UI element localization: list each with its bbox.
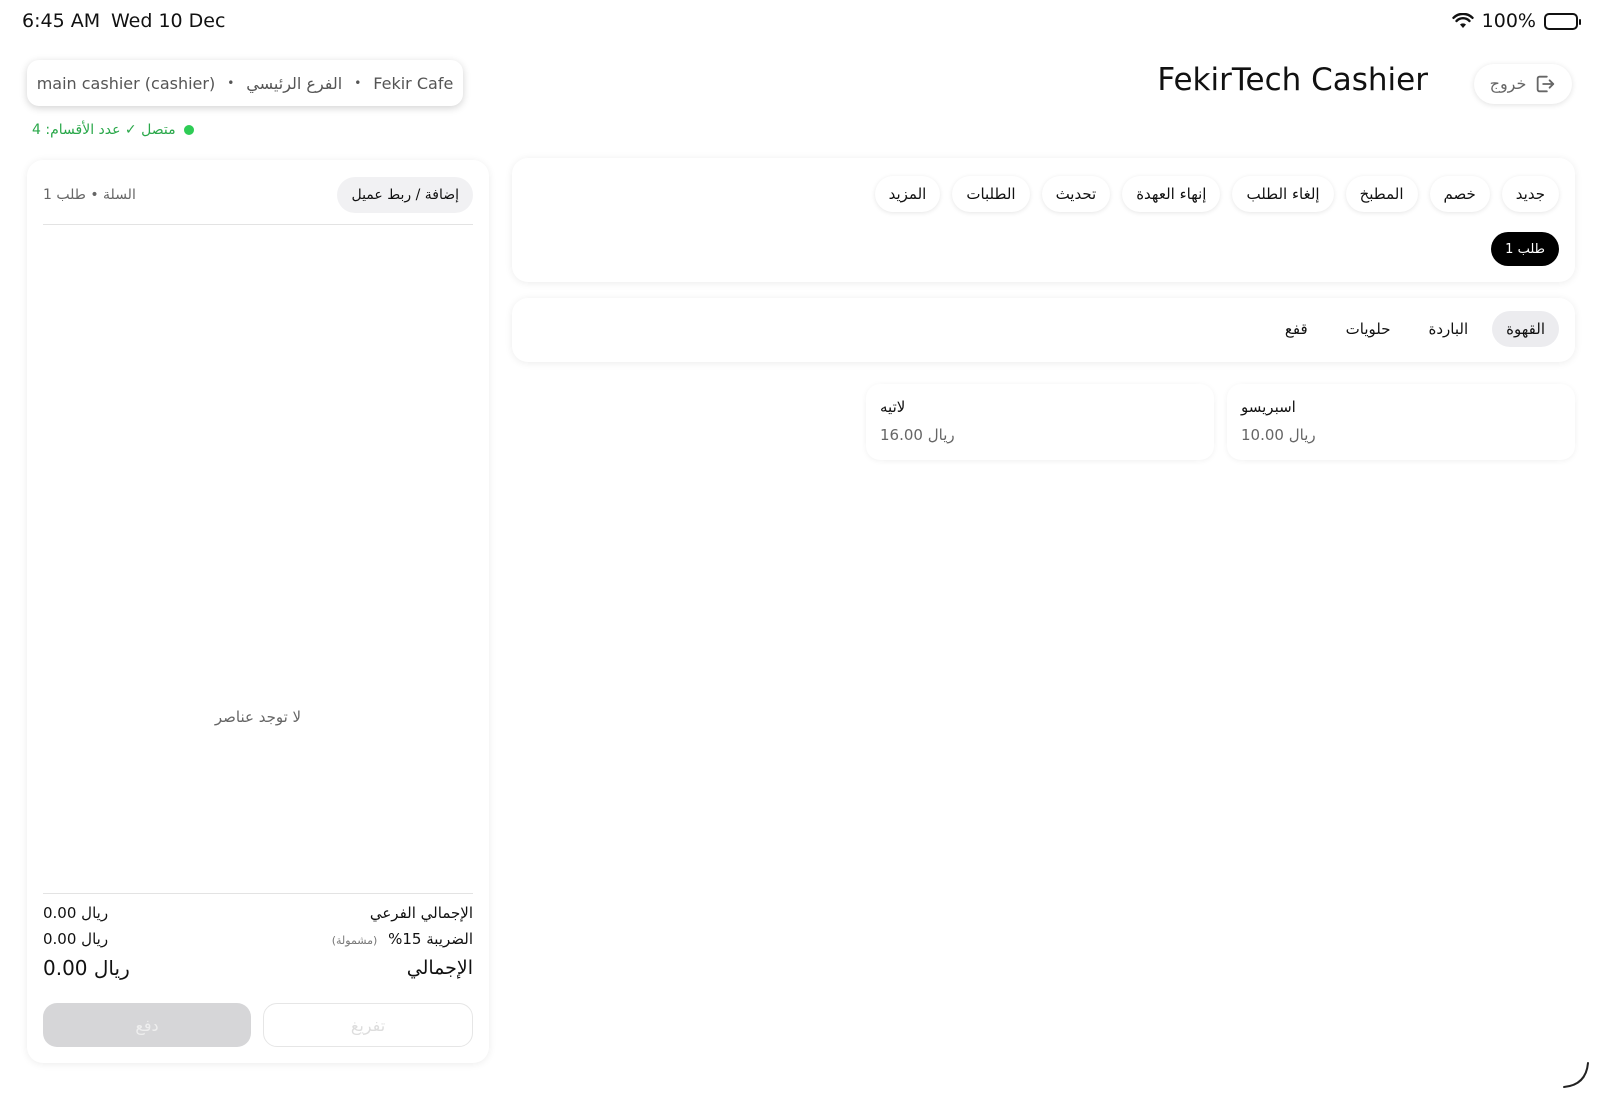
divider xyxy=(43,224,473,225)
product-card[interactable]: لاتيه 16.00 ريال xyxy=(866,384,1214,460)
online-dot-icon xyxy=(183,125,194,135)
product-price: 16.00 ريال xyxy=(880,426,955,444)
branch-name: الفرع الرئيسي xyxy=(246,73,343,93)
orders-button[interactable]: الطلبات xyxy=(952,176,1030,212)
cart-empty-text: لا توجد عناصر xyxy=(214,708,302,726)
product-price: 10.00 ريال xyxy=(1241,426,1316,444)
category-coffee[interactable]: القهوة xyxy=(1492,311,1559,347)
more-button[interactable]: المزيد xyxy=(874,176,941,212)
action-buttons: جديد خصم المطبخ إلغاء الطلب إنهاء العهدة… xyxy=(874,176,1559,212)
status-time: 6:45 AM xyxy=(22,10,101,32)
cart-totals: الإجمالي الفرعي 0.00 ريال الضريبة 15% (م… xyxy=(43,900,473,984)
tax-label: الضريبة 15% xyxy=(388,930,473,948)
cart-panel: السلة • طلب 1 إضافة / ربط عميل لا توجد ع… xyxy=(27,160,489,1063)
kitchen-button[interactable]: المطبخ xyxy=(1345,176,1418,212)
cart-label: السلة • طلب 1 xyxy=(43,187,136,203)
subtotal-label: الإجمالي الفرعي xyxy=(369,904,473,922)
tax-value: 0.00 ريال xyxy=(43,930,109,948)
wifi-icon xyxy=(1451,13,1474,28)
separator: • xyxy=(354,76,362,90)
total-row: الإجمالي 0.00 ريال xyxy=(43,952,473,984)
category-cold[interactable]: الباردة xyxy=(1415,311,1483,347)
resize-handle-icon xyxy=(1563,1062,1589,1088)
connection-text: متصل ✓ عدد الأقسام: 4 xyxy=(32,122,176,138)
category-desserts[interactable]: حلويات xyxy=(1332,311,1405,347)
cart-actions: دفع تفريغ xyxy=(43,1003,473,1047)
subtotal-row: الإجمالي الفرعي 0.00 ريال xyxy=(43,900,473,926)
total-value: 0.00 ريال xyxy=(43,956,130,980)
tax-label-group: الضريبة 15% (مشمولة) xyxy=(332,930,473,948)
battery-percent: 100% xyxy=(1481,10,1536,32)
tax-row: الضريبة 15% (مشمولة) 0.00 ريال xyxy=(43,926,473,952)
product-name: لاتيه xyxy=(880,398,906,416)
discount-button[interactable]: خصم xyxy=(1429,176,1490,212)
cancel-order-button[interactable]: إلغاء الطلب xyxy=(1232,176,1334,212)
category-bar: القهوة الباردة حلويات قفع xyxy=(512,298,1575,362)
end-shift-button[interactable]: إنهاء العهدة xyxy=(1122,176,1221,212)
order-toolbar: جديد خصم المطبخ إلغاء الطلب إنهاء العهدة… xyxy=(512,158,1575,282)
status-right: 100% xyxy=(1451,10,1581,32)
subtotal-value: 0.00 ريال xyxy=(43,904,109,922)
total-label: الإجمالي xyxy=(406,957,473,979)
product-card[interactable]: اسبريسو 10.00 ريال xyxy=(1227,384,1575,460)
logout-button[interactable]: خروج xyxy=(1474,64,1572,104)
cafe-name: Fekir Cafe xyxy=(373,73,454,93)
pay-button[interactable]: دفع xyxy=(43,1003,251,1047)
add-customer-button[interactable]: إضافة / ربط عميل xyxy=(337,177,473,213)
screen: 6:45 AM Wed 10 Dec 100% main cashier (ca… xyxy=(0,0,1600,1111)
status-date: Wed 10 Dec xyxy=(111,10,226,32)
category-other[interactable]: قفع xyxy=(1271,311,1322,347)
category-list: القهوة الباردة حلويات قفع xyxy=(1271,311,1559,347)
product-name: اسبريسو xyxy=(1241,398,1296,416)
battery-icon xyxy=(1544,12,1581,30)
session-info: main cashier (cashier) • الفرع الرئيسي •… xyxy=(27,60,463,106)
logout-icon xyxy=(1537,75,1555,93)
divider xyxy=(43,893,473,894)
cashier-name: main cashier (cashier) xyxy=(36,73,216,93)
refresh-button[interactable]: تحديث xyxy=(1041,176,1111,212)
separator: • xyxy=(227,76,235,90)
new-order-button[interactable]: جديد xyxy=(1501,176,1559,212)
logout-label: خروج xyxy=(1489,76,1527,93)
clear-cart-button[interactable]: تفريغ xyxy=(263,1003,473,1047)
connection-status: متصل ✓ عدد الأقسام: 4 xyxy=(32,122,194,138)
order-tab[interactable]: طلب 1 xyxy=(1491,232,1559,266)
cart-header: السلة • طلب 1 إضافة / ربط عميل xyxy=(43,176,473,214)
app-title: FekirTech Cashier xyxy=(1157,62,1428,98)
tax-note: (مشمولة) xyxy=(331,934,378,947)
